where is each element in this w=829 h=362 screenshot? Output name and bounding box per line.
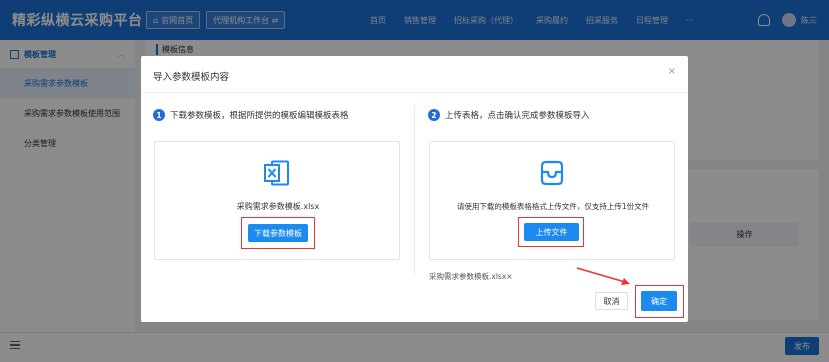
inbox-icon — [540, 160, 564, 186]
modal-title: 导入参数模板内容 — [153, 72, 230, 83]
annotation-arrow-icon — [576, 267, 630, 285]
step-text: 上传表格，点击确认完成参数模板导入 — [445, 111, 590, 121]
step-2: 2 上传表格，点击确认完成参数模板导入 — [428, 109, 590, 121]
divider — [141, 92, 688, 93]
step-number: 2 — [428, 109, 440, 121]
template-file-name: 采购需求参数模板.xlsx — [236, 202, 320, 211]
highlight-box — [241, 217, 315, 249]
highlight-box — [635, 285, 684, 318]
column-divider — [414, 104, 415, 274]
cancel-button[interactable]: 取消 — [595, 292, 628, 310]
upload-hint: 请使用下载的模板表格格式上传文件，仅支持上传1份文件 — [456, 202, 650, 211]
download-panel: 采购需求参数模板.xlsx 下载参数模板 — [154, 141, 400, 260]
upload-panel: 请使用下载的模板表格格式上传文件，仅支持上传1份文件 上传文件 — [429, 141, 675, 260]
step-1: 1 下载参数模板，根据所提供的模板编辑模板表格 — [153, 109, 349, 121]
step-number: 1 — [153, 109, 165, 121]
close-icon[interactable]: × — [668, 66, 676, 77]
excel-file-icon — [264, 160, 289, 186]
uploaded-file-tag[interactable]: 采购需求参数模板.xlsx× — [429, 271, 513, 282]
highlight-box — [518, 217, 584, 247]
step-text: 下载参数模板，根据所提供的模板编辑模板表格 — [170, 111, 349, 121]
